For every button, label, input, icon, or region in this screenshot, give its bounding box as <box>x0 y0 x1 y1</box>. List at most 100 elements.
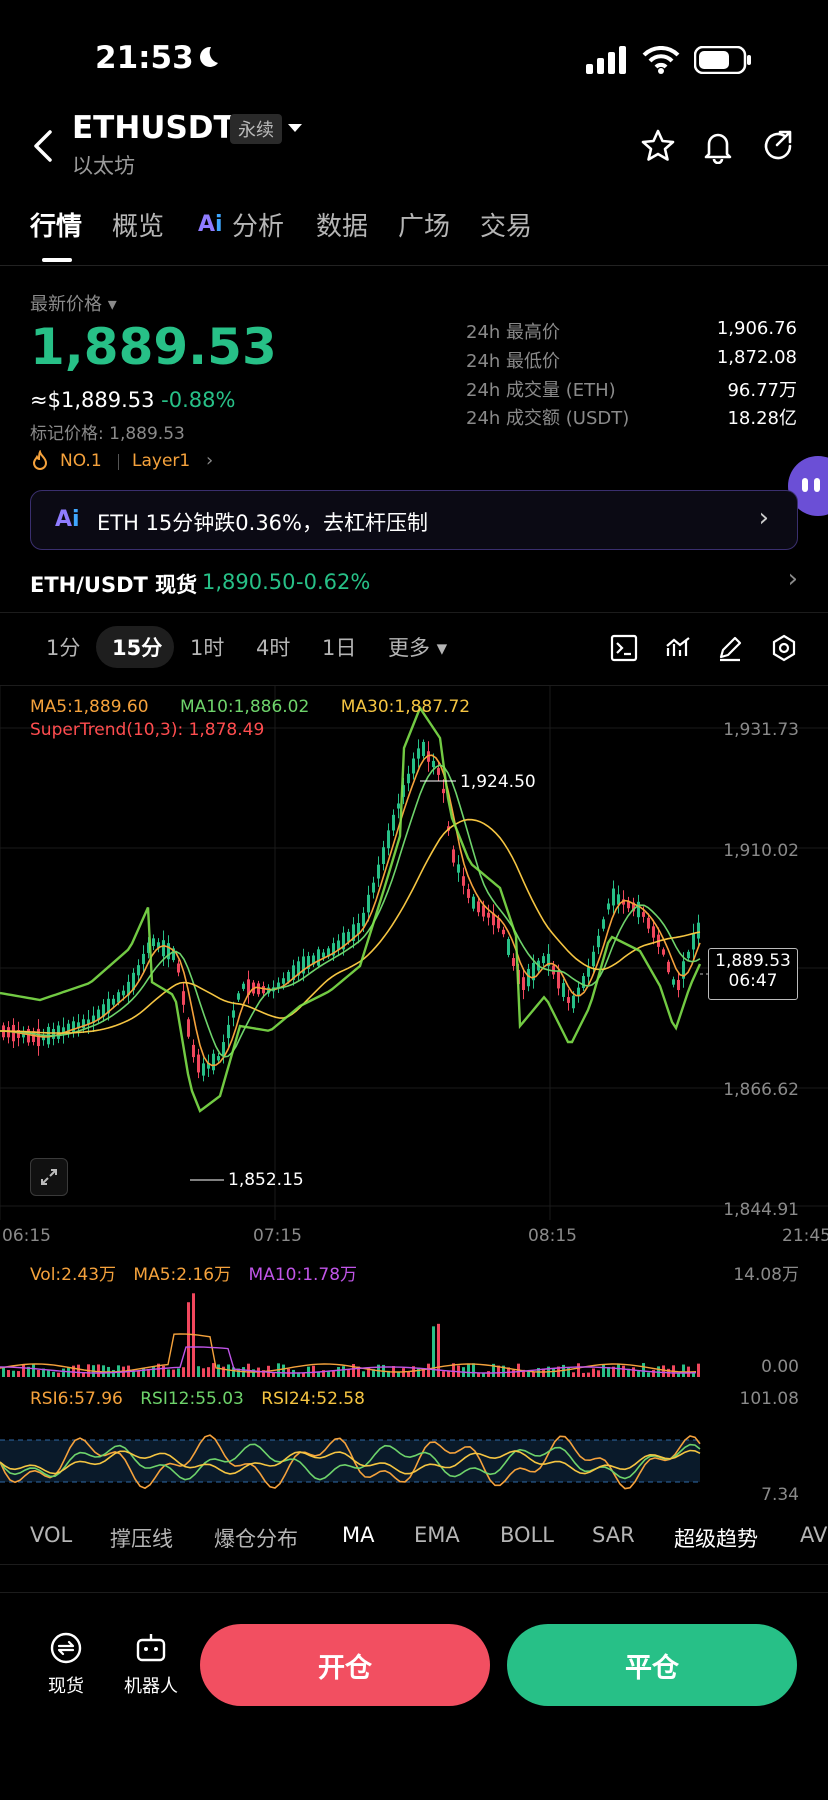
draw-pen-icon[interactable] <box>716 634 744 662</box>
candle-body <box>497 918 500 929</box>
sector-chevron-icon[interactable]: › <box>206 450 213 471</box>
tab-market[interactable]: 行情 <box>30 206 82 243</box>
open-position-button[interactable]: 开仓 <box>200 1624 490 1706</box>
candle-body <box>407 773 410 784</box>
timeframe-1h[interactable]: 1时 <box>190 632 224 662</box>
star-icon[interactable] <box>640 128 676 164</box>
candle-body <box>512 958 515 966</box>
indicator-liquidation[interactable]: 爆仓分布 <box>214 1523 298 1553</box>
price-chart[interactable] <box>0 686 828 1220</box>
chart-settings-icon[interactable] <box>770 634 798 662</box>
indicator-ma[interactable]: MA <box>342 1523 374 1547</box>
volume-bar <box>172 1369 175 1377</box>
volume-bar <box>137 1370 140 1377</box>
candle-body <box>232 1010 235 1018</box>
close-position-button[interactable]: 平仓 <box>507 1624 797 1706</box>
fullscreen-button[interactable] <box>30 1158 68 1196</box>
volume-bar <box>632 1367 635 1377</box>
back-button[interactable] <box>28 128 58 164</box>
symbol-title[interactable]: ETHUSDT <box>72 110 235 146</box>
candle-body <box>137 965 140 976</box>
spot-nav-label: 现货 <box>48 1676 84 1697</box>
chart-type-icon[interactable] <box>610 634 638 662</box>
candle-body <box>602 919 605 929</box>
volume-bar <box>327 1371 330 1377</box>
volume-bar <box>207 1367 210 1377</box>
volume-bar <box>37 1370 40 1377</box>
candle-body <box>162 940 165 957</box>
flame-icon <box>30 450 50 472</box>
indicator-boll[interactable]: BOLL <box>500 1523 554 1547</box>
assistant-eye-left <box>802 478 808 492</box>
symbol-subtitle: 以太坊 <box>72 154 135 178</box>
mark-price-label: 标记价格: <box>30 424 104 444</box>
bot-nav[interactable]: 机器人 <box>118 1630 184 1698</box>
stat-volume-value: 96.77万 <box>727 380 797 401</box>
candle-body <box>197 1054 200 1073</box>
candle-body <box>587 967 590 977</box>
candle-body <box>527 968 530 987</box>
volume-bar <box>552 1368 555 1377</box>
tab-trade[interactable]: 交易 <box>480 206 532 243</box>
indicator-divider <box>0 1564 828 1565</box>
volume-bar <box>697 1363 700 1377</box>
volume-legend: Vol:2.43万 MA5:2.16万 MA10:1.78万 <box>30 1260 357 1285</box>
volume-bar <box>17 1371 20 1377</box>
share-icon[interactable] <box>760 128 796 164</box>
candle-body <box>477 901 480 913</box>
spot-pair-label[interactable]: ETH/USDT 现货 <box>30 569 197 599</box>
volume-bar <box>527 1371 530 1377</box>
timeframe-more[interactable]: 更多 ▾ <box>388 632 447 662</box>
volume-bar <box>652 1369 655 1377</box>
expand-icon <box>41 1169 57 1185</box>
vol-ma10-legend: MA10:1.78万 <box>248 1265 358 1285</box>
ai-badge-icon: Ai <box>55 507 80 532</box>
candle-body <box>417 748 420 759</box>
candle-body <box>432 760 435 768</box>
volume-bar <box>77 1364 80 1377</box>
indicator-ema[interactable]: EMA <box>414 1523 460 1547</box>
volume-bar <box>152 1366 155 1377</box>
volume-bar <box>487 1371 490 1377</box>
timeframe-15m[interactable]: 15分 <box>112 632 162 662</box>
volume-bar <box>342 1366 345 1377</box>
spot-chevron-icon[interactable]: › <box>788 564 798 594</box>
tab-overview[interactable]: 概览 <box>112 206 164 243</box>
approx-usd: ≈$1,889.53 <box>30 388 155 412</box>
stat-high-value: 1,906.76 <box>716 318 797 339</box>
volume-bar <box>177 1368 180 1377</box>
sector-tag[interactable]: Layer1 <box>132 451 190 471</box>
y-tick-4: 1,844.91 <box>723 1200 799 1220</box>
volume-bar <box>142 1367 145 1377</box>
latest-price-label[interactable]: 最新价格 ▾ <box>30 290 117 316</box>
indicator-support-resistance[interactable]: 撑压线 <box>110 1523 173 1553</box>
tab-data[interactable]: 数据 <box>316 206 368 243</box>
volume-bar <box>397 1372 400 1377</box>
volume-bar <box>52 1371 55 1377</box>
x-tick-1: 06:15 <box>2 1226 51 1246</box>
candle-body <box>397 803 400 809</box>
volume-bar <box>362 1371 365 1377</box>
symbol-dropdown-icon[interactable] <box>286 122 304 134</box>
indicator-vol[interactable]: VOL <box>30 1523 72 1547</box>
spot-divider <box>0 612 828 613</box>
indicators-icon[interactable] <box>664 634 692 662</box>
volume-bar <box>7 1370 10 1377</box>
spot-change: -0.62% <box>296 570 371 594</box>
timeframe-4h[interactable]: 4时 <box>256 632 290 662</box>
tab-square[interactable]: 广场 <box>398 206 450 243</box>
bell-icon[interactable] <box>700 128 736 164</box>
spot-nav[interactable]: 现货 <box>40 1630 92 1698</box>
timeframe-1m[interactable]: 1分 <box>46 632 80 662</box>
timeframe-1d[interactable]: 1日 <box>322 632 356 662</box>
volume-bar <box>407 1371 410 1377</box>
candle-body <box>437 768 440 775</box>
ma5-legend: MA5:1,889.60 <box>30 697 149 717</box>
tab-analysis[interactable]: 分析 <box>232 206 284 243</box>
candle-body <box>592 951 595 967</box>
indicator-supertrend[interactable]: 超级趋势 <box>674 1523 758 1553</box>
indicator-av[interactable]: AV <box>800 1523 827 1547</box>
indicator-sar[interactable]: SAR <box>592 1523 635 1547</box>
ai-insight-banner[interactable]: Ai ETH 15分钟跌0.36%，去杠杆压制 › <box>30 490 798 550</box>
volume-bar <box>167 1369 170 1377</box>
